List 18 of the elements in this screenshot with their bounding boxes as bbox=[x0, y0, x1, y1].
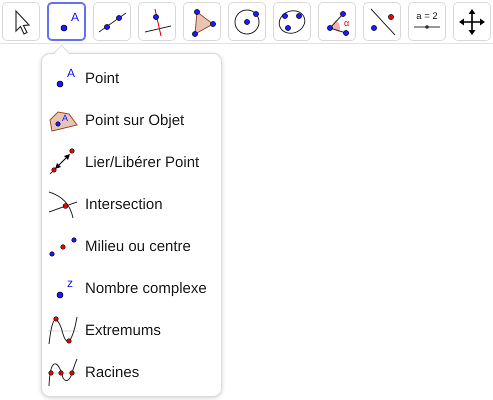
tool-button[interactable] bbox=[138, 2, 176, 41]
menu-item[interactable]: Racines bbox=[42, 351, 221, 393]
tool-button[interactable] bbox=[363, 2, 401, 41]
tool-button[interactable] bbox=[228, 2, 266, 41]
tool-button[interactable] bbox=[2, 2, 40, 41]
menu-item[interactable]: Milieu ou centre bbox=[42, 225, 221, 267]
tool-button[interactable] bbox=[93, 2, 131, 41]
menu-item[interactable]: Extremums bbox=[42, 309, 221, 351]
curve-extremum-icon bbox=[47, 314, 79, 346]
tool-button[interactable] bbox=[273, 2, 311, 41]
curve-roots-icon bbox=[47, 356, 79, 388]
menu-item[interactable]: Lier/Libérer Point bbox=[42, 141, 221, 183]
menu-item[interactable]: z Nombre complexe bbox=[42, 267, 221, 309]
menu-item[interactable]: Intersection bbox=[42, 183, 221, 225]
tool-button[interactable] bbox=[453, 2, 491, 41]
menu-item[interactable]: A Point bbox=[42, 57, 221, 99]
menu-item[interactable]: A Point sur Objet bbox=[42, 99, 221, 141]
tool-button[interactable] bbox=[183, 2, 221, 41]
